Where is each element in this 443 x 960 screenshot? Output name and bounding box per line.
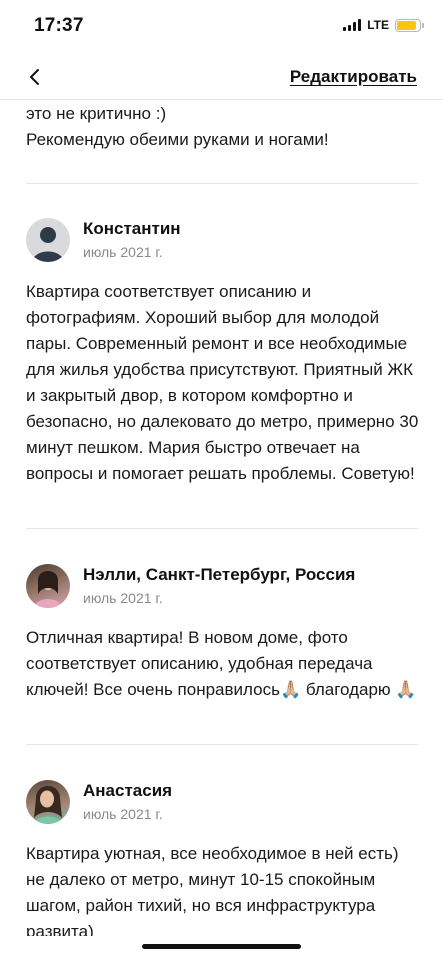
author-meta: Константин июль 2021 г. xyxy=(83,218,181,262)
battery-level xyxy=(397,20,416,30)
reviews-list: Хотя есть некоторые недочеты, но в целом… xyxy=(0,101,443,936)
divider xyxy=(26,528,418,529)
review-date: июль 2021 г. xyxy=(83,806,163,822)
user-photo-avatar xyxy=(26,780,70,824)
partial-review-text: это не критично :) Рекомендую обеими рук… xyxy=(26,104,329,149)
network-type: LTE xyxy=(367,18,389,32)
review-card: Анастасия июль 2021 г. Квартира уютная, … xyxy=(26,779,421,936)
divider xyxy=(26,744,418,745)
default-user-icon xyxy=(26,218,70,262)
status-time: 17:37 xyxy=(34,15,84,36)
chevron-left-icon xyxy=(30,69,39,85)
review-author-row: Анастасия июль 2021 г. xyxy=(26,779,421,825)
edit-link[interactable]: Редактировать xyxy=(290,67,417,87)
back-button[interactable] xyxy=(22,64,48,90)
status-indicators: LTE xyxy=(343,18,424,32)
review-text: Квартира уютная, все необходимое в ней е… xyxy=(26,844,399,936)
review-card: Константин июль 2021 г. Квартира соответ… xyxy=(26,217,421,487)
divider xyxy=(26,183,418,184)
navigation-bar: Редактировать xyxy=(0,56,443,100)
author-meta: Анастасия июль 2021 г. xyxy=(83,780,172,824)
review-date: июль 2021 г. xyxy=(83,590,163,606)
review-author-row: Константин июль 2021 г. xyxy=(26,217,421,263)
status-bar: 17:37 LTE xyxy=(0,0,443,52)
review-date: июль 2021 г. xyxy=(83,244,163,260)
review-card: Нэлли, Санкт-Петербург, Россия июль 2021… xyxy=(26,563,421,703)
battery-icon xyxy=(395,18,424,32)
review-author-row: Нэлли, Санкт-Петербург, Россия июль 2021… xyxy=(26,563,421,609)
author-name: Константин xyxy=(83,219,181,238)
author-meta: Нэлли, Санкт-Петербург, Россия июль 2021… xyxy=(83,564,355,608)
author-name: Анастасия xyxy=(83,781,173,800)
review-text: Отличная квартира! В новом доме, фото со… xyxy=(26,628,417,699)
review-text: Квартира соответствует описанию и фотогр… xyxy=(26,282,419,483)
review-text-partial: Хотя есть некоторые недочеты, но в целом… xyxy=(26,101,421,153)
author-name: Нэлли, Санкт-Петербург, Россия xyxy=(83,565,356,584)
user-photo-avatar xyxy=(26,564,70,608)
cellular-signal-icon xyxy=(343,19,362,31)
home-indicator[interactable] xyxy=(142,944,301,949)
